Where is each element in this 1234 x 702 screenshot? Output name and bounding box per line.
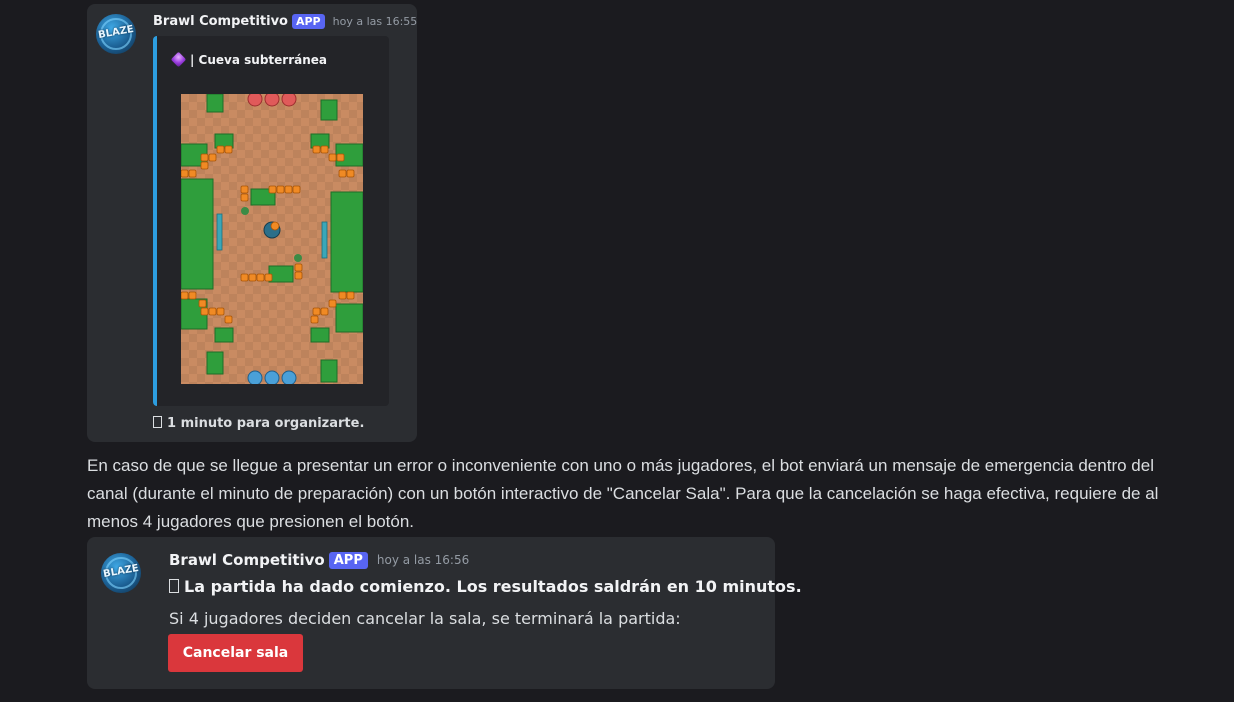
bot-avatar[interactable]: BLAZE [101,553,141,593]
app-badge: APP [328,551,368,569]
purple-gem-icon [170,51,187,68]
username[interactable]: Brawl Competitivo [153,14,288,29]
timestamp: hoy a las 16:56 [376,553,470,567]
footer-text: 1 minuto para organizarte. [167,416,365,431]
clock-icon [153,416,162,428]
username[interactable]: Brawl Competitivo [169,551,325,569]
cancel-info: Si 4 jugadores deciden cancelar la sala,… [169,609,681,628]
message-card-2: BLAZE Brawl Competitivo APP hoy a las 16… [87,537,802,689]
start-message: La partida ha dado comienzo. Los resulta… [169,577,802,596]
embed-footer: 1 minuto para organizarte. [153,416,364,431]
embed-title: | Cueva subterránea [170,51,328,68]
map-embed: | Cueva subterránea [153,36,389,406]
start-message-text: La partida ha dado comienzo. Los resulta… [184,577,802,596]
map-illustration [181,94,363,384]
avatar-logo-text: BLAZE [102,562,140,581]
timestamp: hoy a las 16:55 [332,15,418,28]
message-card-1: BLAZE Brawl Competitivo APP hoy a las 16… [87,4,417,442]
map-image[interactable] [181,94,363,384]
explanation-text: En caso de que se llegue a presentar un … [87,456,1159,531]
app-badge: APP [291,14,325,29]
avatar-logo-text: BLAZE [97,23,135,42]
message-header: Brawl Competitivo APP hoy a las 16:56 [169,551,469,569]
timer-icon [169,579,179,593]
bot-avatar[interactable]: BLAZE [96,14,136,54]
message-header: Brawl Competitivo APP hoy a las 16:55 [153,14,417,29]
cancel-room-button[interactable]: Cancelar sala [168,634,303,672]
embed-title-text: | Cueva subterránea [190,53,328,67]
